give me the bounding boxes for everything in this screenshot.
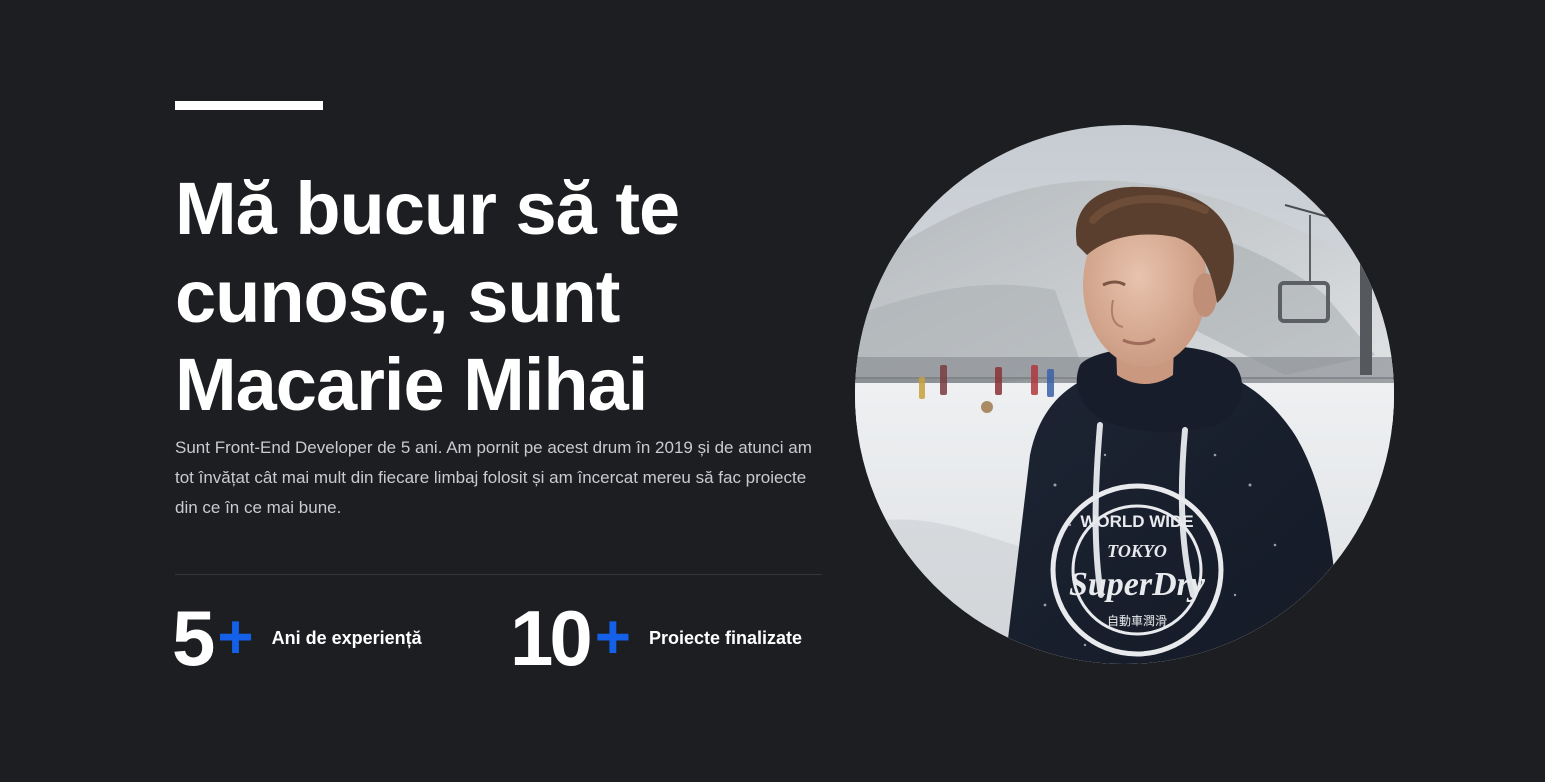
stat-experience: 5 + Ani de experiență [172,598,422,678]
stat-experience-label: Ani de experiență [271,627,422,648]
stat-projects-value: 10 [510,594,593,682]
stat-projects: 10 + Proiecte finalizate [510,598,802,678]
profile-photo: WORLD WIDE TOKYO SuperDry 自動車潤滑 [855,125,1394,664]
hoodie-text-bottom: 自動車潤滑 [1107,614,1167,628]
stat-projects-plus: + [594,603,631,672]
hoodie-text-mid: TOKYO [1107,541,1167,561]
hoodie-text-top: WORLD WIDE [1080,512,1193,531]
stat-experience-value: 5 [172,594,215,682]
bio-paragraph: Sunt Front-End Developer de 5 ani. Am po… [175,438,812,517]
page-title: Mă bucur să te cunosc, sunt Macarie Miha… [175,167,680,426]
stat-experience-plus: + [217,603,254,672]
hoodie-text-brand: SuperDry [1069,566,1206,603]
stat-projects-label: Proiecte finalizate [648,627,803,648]
stats-divider [175,574,822,575]
section-accent-bar [175,101,323,110]
